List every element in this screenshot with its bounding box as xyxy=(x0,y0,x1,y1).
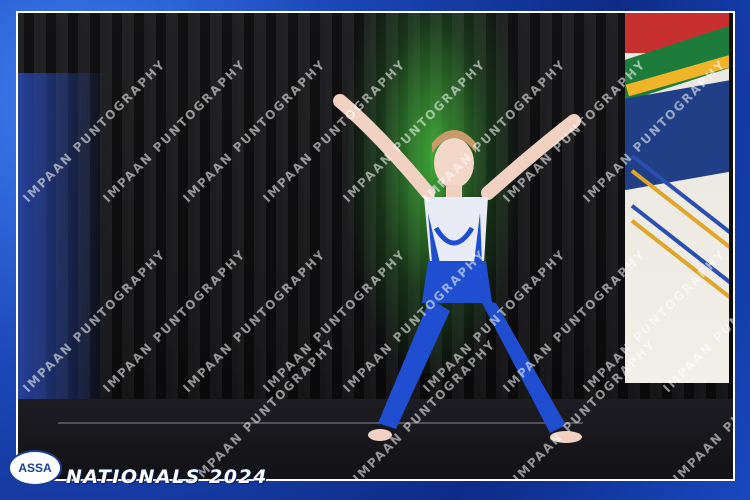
logo-badge: ASSA xyxy=(8,450,62,486)
left-arm xyxy=(333,94,435,200)
photo-frame: IMPAAN PUNTOGRAPHY IMPAAN PUNTOGRAPHY IM… xyxy=(0,0,750,500)
right-arm xyxy=(481,114,581,200)
performance-photo: IMPAAN PUNTOGRAPHY IMPAAN PUNTOGRAPHY IM… xyxy=(16,11,735,481)
right-leg xyxy=(480,299,566,433)
leotard-hips xyxy=(422,261,492,303)
gymnast-figure xyxy=(333,94,582,443)
left-foot xyxy=(368,429,392,441)
right-foot xyxy=(550,431,582,443)
neck xyxy=(446,185,462,199)
event-logo: ASSA xyxy=(8,450,62,486)
event-title: NATIONALS 2024 xyxy=(66,466,268,488)
head xyxy=(434,138,474,188)
left-leg xyxy=(378,299,450,429)
